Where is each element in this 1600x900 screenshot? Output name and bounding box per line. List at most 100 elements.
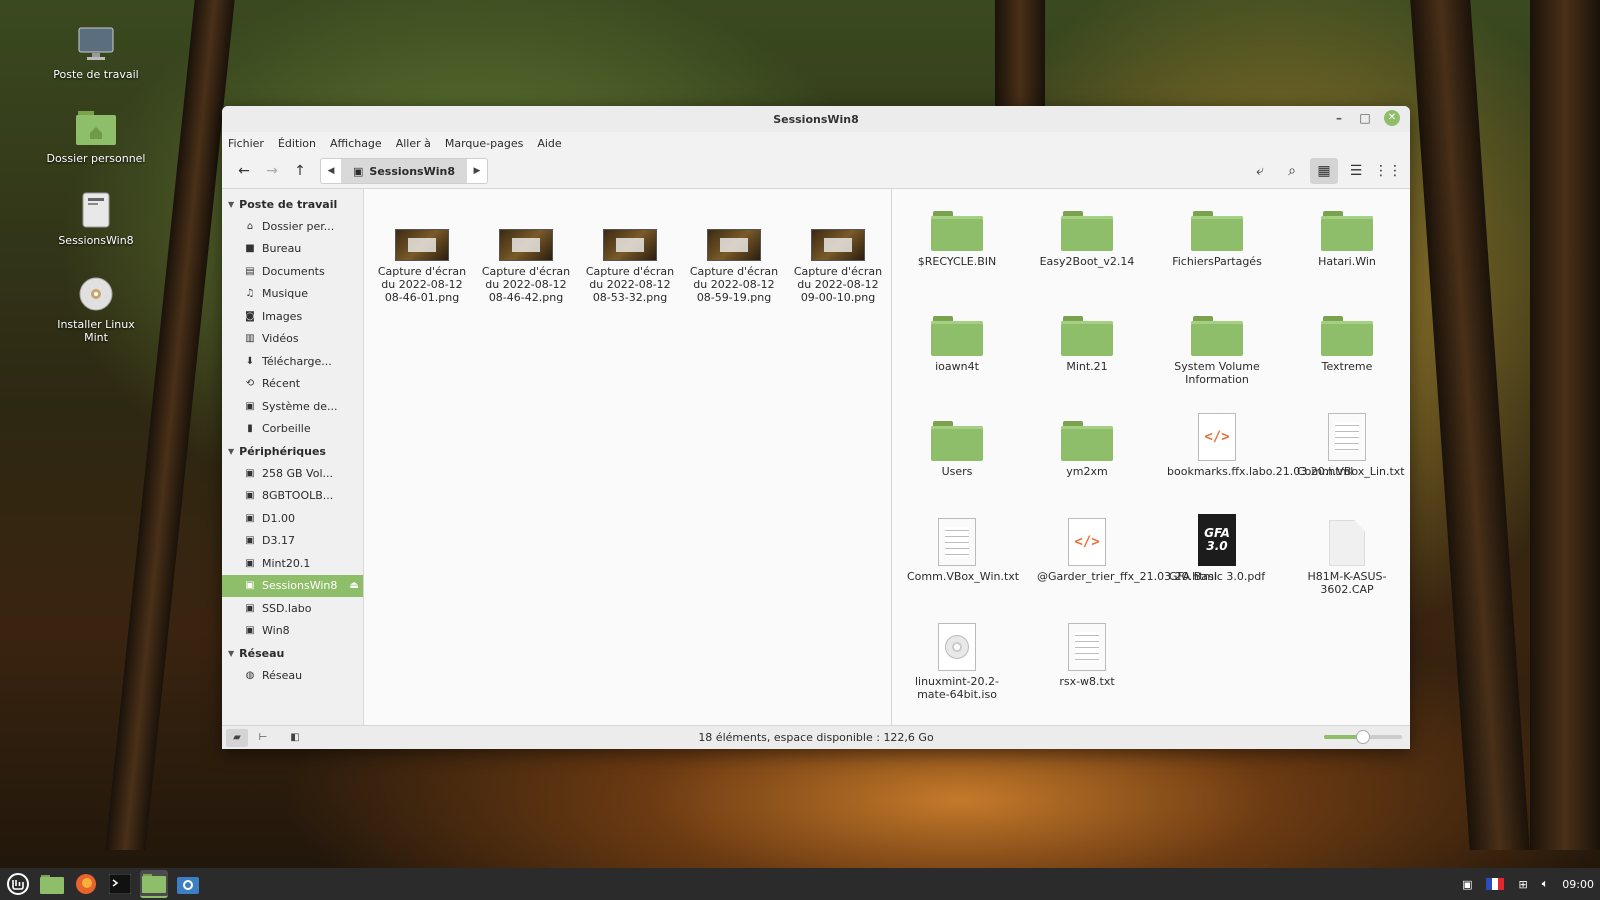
folder-item[interactable]: FichiersPartagés bbox=[1167, 199, 1267, 268]
sidebar-item-desktop[interactable]: ■ Bureau bbox=[222, 238, 363, 261]
folder-item[interactable]: Users bbox=[907, 409, 1007, 478]
taskbar-terminal[interactable] bbox=[106, 870, 134, 898]
system-tray: ▣ ⊞ 🔈︎ 09:00 bbox=[1462, 868, 1594, 900]
sidebar-item-device[interactable]: ▣ SSD.labo bbox=[222, 597, 363, 620]
sidebar-item-videos[interactable]: ▥ Vidéos bbox=[222, 328, 363, 351]
forward-button[interactable]: → bbox=[258, 158, 286, 184]
desktop-icon-home[interactable]: Dossier personnel bbox=[46, 108, 146, 165]
right-pane[interactable]: $RECYCLE.BIN Easy2Boot_v2.14 FichiersParta… bbox=[892, 189, 1410, 725]
file-item[interactable]: Capture d'écran du 2022-08-12 08-59-19.p… bbox=[684, 209, 784, 304]
file-item[interactable]: Capture d'écran du 2022-08-12 08-53-32.p… bbox=[580, 209, 680, 304]
up-button[interactable]: ↑ bbox=[286, 158, 314, 184]
file-item[interactable]: Capture d'écran du 2022-08-12 08-46-42.p… bbox=[476, 209, 576, 304]
hide-sidebar-button[interactable]: ◧ bbox=[284, 729, 306, 747]
sidebar-item-label: SessionsWin8 bbox=[262, 579, 338, 593]
left-pane[interactable]: Capture d'écran du 2022-08-12 08-46-01.p… bbox=[364, 189, 892, 725]
zoom-slider[interactable] bbox=[1324, 730, 1402, 744]
sidebar-item-device[interactable]: ▣ Win8 bbox=[222, 620, 363, 643]
window-titlebar[interactable]: SessionsWin8 – □ ✕ bbox=[222, 106, 1410, 132]
maximize-button[interactable]: □ bbox=[1358, 111, 1372, 125]
sidebar-item-downloads[interactable]: ⬇ Télécharge... bbox=[222, 350, 363, 373]
places-button[interactable]: ▰ bbox=[226, 728, 248, 747]
eject-icon[interactable]: ⏏ bbox=[349, 580, 358, 591]
file-item[interactable]: Comm.VBox_Lin.txt bbox=[1297, 409, 1405, 478]
menu-aide[interactable]: Aide bbox=[537, 137, 561, 150]
desktop-icon-drive[interactable]: SessionsWin8 bbox=[46, 190, 146, 247]
file-item[interactable]: </> bookmarks.ffx.labo.21.03.20.html bbox=[1167, 409, 1353, 478]
sidebar-item-label: SSD.labo bbox=[262, 601, 312, 615]
sidebar-section-computer[interactable]: ▼ Poste de travail bbox=[222, 193, 363, 215]
network-icon[interactable]: ⊞ bbox=[1518, 878, 1527, 891]
toggle-location-button[interactable]: ⤶ bbox=[1246, 158, 1274, 184]
desktop-icon-computer[interactable]: Poste de travail bbox=[46, 24, 146, 81]
volume-icon[interactable]: 🔈︎ bbox=[1542, 877, 1549, 891]
sidebar-section-network[interactable]: ▼ Réseau bbox=[222, 642, 363, 664]
file-item[interactable]: Capture d'écran du 2022-08-12 09-00-10.p… bbox=[788, 209, 888, 304]
menu-fichier[interactable]: Fichier bbox=[228, 137, 264, 150]
clipboard-icon[interactable]: ▣ bbox=[1462, 878, 1472, 891]
zoom-handle[interactable] bbox=[1356, 730, 1370, 744]
toolbar-right: ⤶ ⌕ ▦ ☰ ⋮⋮ bbox=[1246, 158, 1402, 184]
minimize-button[interactable]: – bbox=[1332, 111, 1346, 125]
sidebar-item-label: Système de... bbox=[262, 399, 338, 413]
folder-item[interactable]: ym2xm bbox=[1037, 409, 1137, 478]
list-view-button[interactable]: ☰ bbox=[1342, 158, 1370, 184]
clock[interactable]: 09:00 bbox=[1562, 878, 1594, 891]
camera-icon: ◙ bbox=[245, 310, 255, 322]
menu-affichage[interactable]: Affichage bbox=[330, 137, 382, 150]
menu-edition[interactable]: Édition bbox=[278, 137, 316, 150]
menu-aller-a[interactable]: Aller à bbox=[396, 137, 431, 150]
drive-icon: ▣ bbox=[353, 164, 364, 178]
sidebar-item-recent[interactable]: ⟲ Récent bbox=[222, 373, 363, 396]
taskbar-screenshot[interactable] bbox=[174, 870, 202, 898]
sidebar-item-documents[interactable]: ▤ Documents bbox=[222, 260, 363, 283]
file-item[interactable]: Capture d'écran du 2022-08-12 08-46-01.p… bbox=[372, 209, 472, 304]
taskbar-firefox[interactable] bbox=[72, 870, 100, 898]
folder-item[interactable]: Mint.21 bbox=[1037, 304, 1137, 373]
keyboard-layout-flag-icon[interactable] bbox=[1486, 878, 1505, 890]
search-button[interactable]: ⌕ bbox=[1278, 158, 1306, 184]
sidebar-item-pictures[interactable]: ◙ Images bbox=[222, 305, 363, 328]
sidebar-item-home[interactable]: ⌂ Dossier per... bbox=[222, 215, 363, 238]
taskbar-files[interactable] bbox=[38, 870, 66, 898]
file-item[interactable]: H81M-K-ASUS-3602.CAP bbox=[1297, 514, 1397, 596]
sidebar-section-devices[interactable]: ▼ Périphériques bbox=[222, 440, 363, 462]
breadcrumb-prev-button[interactable]: ◀ bbox=[321, 166, 341, 176]
folder-item[interactable]: $RECYCLE.BIN bbox=[907, 199, 1007, 268]
folder-item[interactable]: Easy2Boot_v2.14 bbox=[1037, 199, 1137, 268]
folder-item[interactable]: ioawn4t bbox=[907, 304, 1007, 373]
file-item[interactable]: Comm.VBox_Win.txt bbox=[907, 514, 1019, 583]
sidebar-item-filesystem[interactable]: ▣ Système de... bbox=[222, 395, 363, 418]
folder-item[interactable]: System Volume Information bbox=[1167, 304, 1267, 386]
file-item[interactable]: </> @Garder_trier_ffx_21.03.20.html bbox=[1037, 514, 1217, 583]
menu-button[interactable] bbox=[4, 870, 32, 898]
sidebar-item-device[interactable]: ▣ D1.00 bbox=[222, 507, 363, 530]
taskbar-files-active[interactable] bbox=[140, 870, 168, 898]
sidebar-item-trash[interactable]: ▮ Corbeille bbox=[222, 418, 363, 441]
sidebar-item-music[interactable]: ♫ Musique bbox=[222, 283, 363, 306]
breadcrumb-current[interactable]: ▣ SessionsWin8 bbox=[341, 159, 467, 183]
file-name: Capture d'écran du 2022-08-12 08-53-32.p… bbox=[585, 265, 675, 304]
folder-item[interactable]: Hatari.Win bbox=[1297, 199, 1397, 268]
desktop-icon-installer[interactable]: Installer Linux Mint bbox=[46, 274, 146, 344]
close-button[interactable]: ✕ bbox=[1384, 110, 1400, 126]
file-name: FichiersPartagés bbox=[1172, 255, 1262, 268]
file-item[interactable]: GFA 3.0 GFA Basic 3.0.pdf bbox=[1167, 514, 1267, 583]
sidebar-item-device[interactable]: ▣ 258 GB Vol... bbox=[222, 462, 363, 485]
menu-marque-pages[interactable]: Marque-pages bbox=[445, 137, 523, 150]
breadcrumb-next-button[interactable]: ▶ bbox=[467, 166, 487, 176]
sidebar-item-sessionswin8[interactable]: ▣ SessionsWin8 ⏏ bbox=[222, 574, 363, 597]
file-name: Hatari.Win bbox=[1318, 255, 1376, 268]
sidebar-item-network[interactable]: ◍ Réseau bbox=[222, 664, 363, 687]
sidebar-item-device[interactable]: ▣ Mint20.1 bbox=[222, 552, 363, 575]
sidebar-item-device[interactable]: ▣ 8GBTOOLB... bbox=[222, 485, 363, 508]
expander-icon: ▼ bbox=[228, 199, 235, 209]
tree-button[interactable]: ⊢ bbox=[252, 729, 274, 747]
back-button[interactable]: ← bbox=[230, 158, 258, 184]
sidebar-item-device[interactable]: ▣ D3.17 bbox=[222, 530, 363, 553]
compact-view-button[interactable]: ⋮⋮ bbox=[1374, 158, 1402, 184]
file-item[interactable]: linuxmint-20.2-mate-64bit.iso bbox=[907, 619, 1007, 701]
file-item[interactable]: rsx-w8.txt bbox=[1037, 619, 1137, 688]
icon-view-button[interactable]: ▦ bbox=[1310, 158, 1338, 184]
folder-item[interactable]: Textreme bbox=[1297, 304, 1397, 373]
